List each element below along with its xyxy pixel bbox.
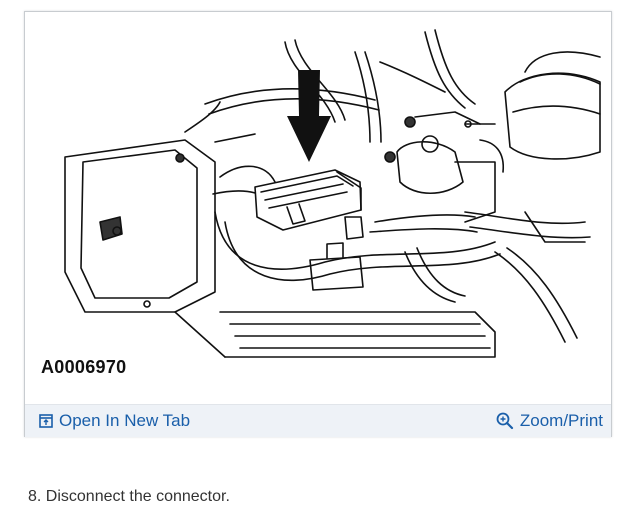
engine-connector-diagram	[64, 29, 601, 358]
zoom-print-label: Zoom/Print	[519, 411, 603, 430]
open-in-new-tab-link[interactable]: Open In New Tab	[39, 411, 190, 431]
zoom-in-icon	[496, 412, 514, 430]
figure-card: A0006970 Open In New Tab Zoom/Print	[24, 11, 612, 437]
open-in-new-tab-label: Open In New Tab	[59, 411, 191, 430]
figure-toolbar: Open In New Tab Zoom/Print	[25, 404, 611, 437]
step-instruction: 8. Disconnect the connector.	[28, 488, 230, 505]
figure-id-label: A0006970	[41, 357, 127, 377]
open-new-tab-icon	[39, 414, 53, 428]
zoom-print-link[interactable]: Zoom/Print	[496, 411, 603, 431]
